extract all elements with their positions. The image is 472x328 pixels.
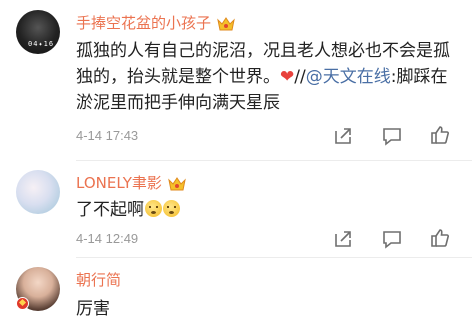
comment-item: 朝行简 厉害 [0,257,472,328]
thumbs-up-icon[interactable] [429,124,451,146]
awkward-face-emoji [163,200,180,217]
username-text: 朝行简 [76,271,122,289]
comment-text: 孤独的人有自己的泥沼，况且老人想必也不会是孤独的，抬头就是整个世界。❤//@天文… [76,38,460,116]
share-icon[interactable] [332,125,354,147]
username[interactable]: 朝行简 [76,269,121,290]
crown-badge-icon [167,176,187,192]
comment-item: LONELY聿影 了不起啊 4-14 12:49 [0,160,472,257]
username[interactable]: 手捧空花盆的小孩子 [76,12,236,33]
heart-emoji: ❤ [280,67,295,87]
thumbs-up-icon[interactable] [429,227,451,249]
comment-icon[interactable] [381,125,403,147]
comment-icon[interactable] [381,228,403,250]
share-icon[interactable] [332,228,354,250]
username-text: 手捧空花盆的小孩子 [76,14,212,32]
awkward-face-emoji [145,200,162,217]
comment-text: 厉害 [76,296,460,322]
avatar[interactable]: 04✦16 [16,10,60,54]
timestamp: 4-14 17:43 [76,128,139,143]
mention-link[interactable]: @天文在线 [306,67,391,87]
timestamp: 4-14 12:49 [76,231,139,246]
username[interactable]: LONELY聿影 [76,172,187,193]
avatar[interactable] [16,170,60,214]
avatar-label: 04✦16 [28,40,55,48]
comment-item: 04✦16 手捧空花盆的小孩子 孤独的人有自己的泥沼，况且老人想必也不会是孤独的… [0,0,472,160]
repost-separator: // [294,67,306,87]
crown-badge-icon [216,16,236,32]
verified-badge-icon [16,297,29,310]
comment-text: 了不起啊 [76,197,460,223]
comment-text-part: 厉害 [76,299,110,319]
comment-text-part: 了不起啊 [76,200,144,220]
username-text: LONELY聿影 [76,174,162,192]
